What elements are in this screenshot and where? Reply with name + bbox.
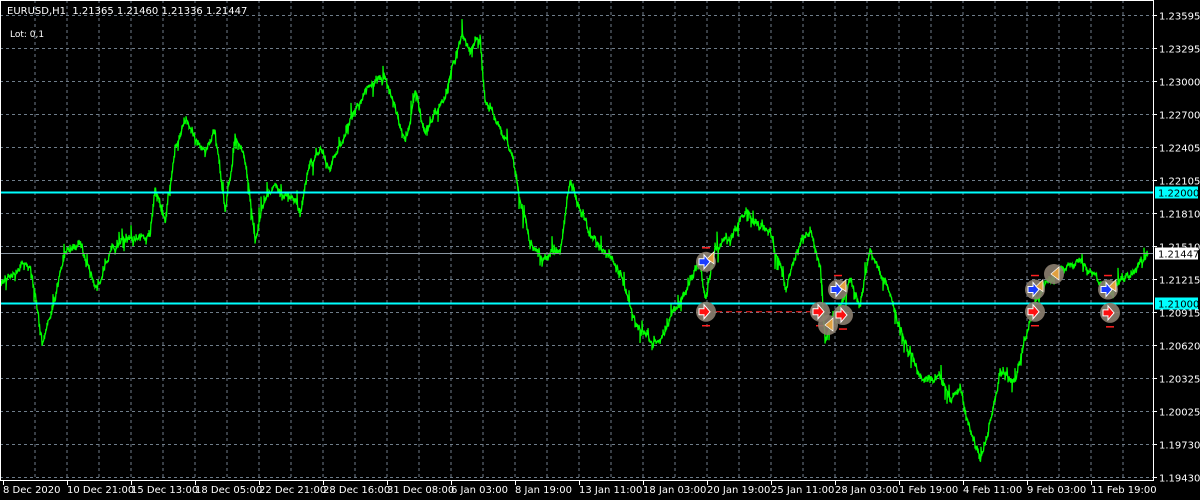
- time-axis-label: 20 Jan 19:00: [707, 485, 770, 496]
- time-axis-label: 28 Dec 16:00: [323, 485, 390, 496]
- price-axis-label: 1.23295: [1159, 45, 1200, 56]
- price-axis-label: 1.22105: [1159, 177, 1200, 188]
- time-axis-label: 8 Jan 19:00: [515, 485, 572, 496]
- chart-header: EURUSD,H1 1.21365 1.21460 1.21336 1.2144…: [7, 6, 247, 17]
- price-line: [0, 19, 1149, 463]
- price-axis-label: 1.22700: [1159, 111, 1200, 122]
- time-axis-label: 9 Feb 03:00: [1027, 485, 1086, 496]
- time-axis-label: 8 Dec 2020: [3, 485, 61, 496]
- time-axis-label: 11 Feb 19:00: [1091, 485, 1157, 496]
- level-label: 1.21000: [1158, 300, 1199, 311]
- price-axis-label: 1.19730: [1159, 441, 1200, 452]
- current-price-label: 1.21447: [1158, 250, 1199, 261]
- price-axis-label: 1.22405: [1159, 144, 1200, 155]
- price-axis-label: 1.21810: [1159, 210, 1200, 221]
- time-axis-label: 31 Dec 08:00: [387, 485, 454, 496]
- price-axis-label: 1.19430: [1159, 474, 1200, 485]
- time-axis-label: 15 Dec 13:00: [131, 485, 198, 496]
- time-axis-label: 25 Jan 11:00: [771, 485, 834, 496]
- chart-frame: [0, 0, 1154, 481]
- price-axis-label: 1.23595: [1159, 12, 1200, 23]
- time-axis-label: 10 Dec 21:00: [67, 485, 134, 496]
- price-axis-label: 1.23000: [1159, 78, 1200, 89]
- ohlc-values: 1.21365 1.21460 1.21336 1.21447: [72, 6, 248, 17]
- price-axis-label: 1.20325: [1159, 375, 1200, 386]
- time-axis-label: 1 Feb 19:00: [899, 485, 958, 496]
- time-axis-label: 13 Jan 11:00: [579, 485, 642, 496]
- time-axis-label: 18 Jan 03:00: [643, 485, 706, 496]
- time-axis-label: 22 Dec 21:00: [259, 485, 326, 496]
- price-axis-label: 1.20025: [1159, 408, 1200, 419]
- time-axis-label: 28 Jan 03:00: [835, 485, 898, 496]
- lot-label: Lot: 0,1: [10, 30, 45, 40]
- time-axis-label: 4 Feb 11:00: [963, 485, 1022, 496]
- price-axis-label: 1.21215: [1159, 276, 1200, 287]
- symbol-label: EURUSD,H1: [7, 6, 67, 17]
- level-label: 1.22000: [1158, 189, 1199, 200]
- price-axis-label: 1.20620: [1159, 342, 1200, 353]
- time-axis-label: 18 Dec 05:00: [195, 485, 262, 496]
- time-axis-label: 6 Jan 03:00: [451, 485, 508, 496]
- price-chart[interactable]: 1.23595 1.23295 1.23000 1.22700 1.22405 1.221…: [0, 0, 1200, 500]
